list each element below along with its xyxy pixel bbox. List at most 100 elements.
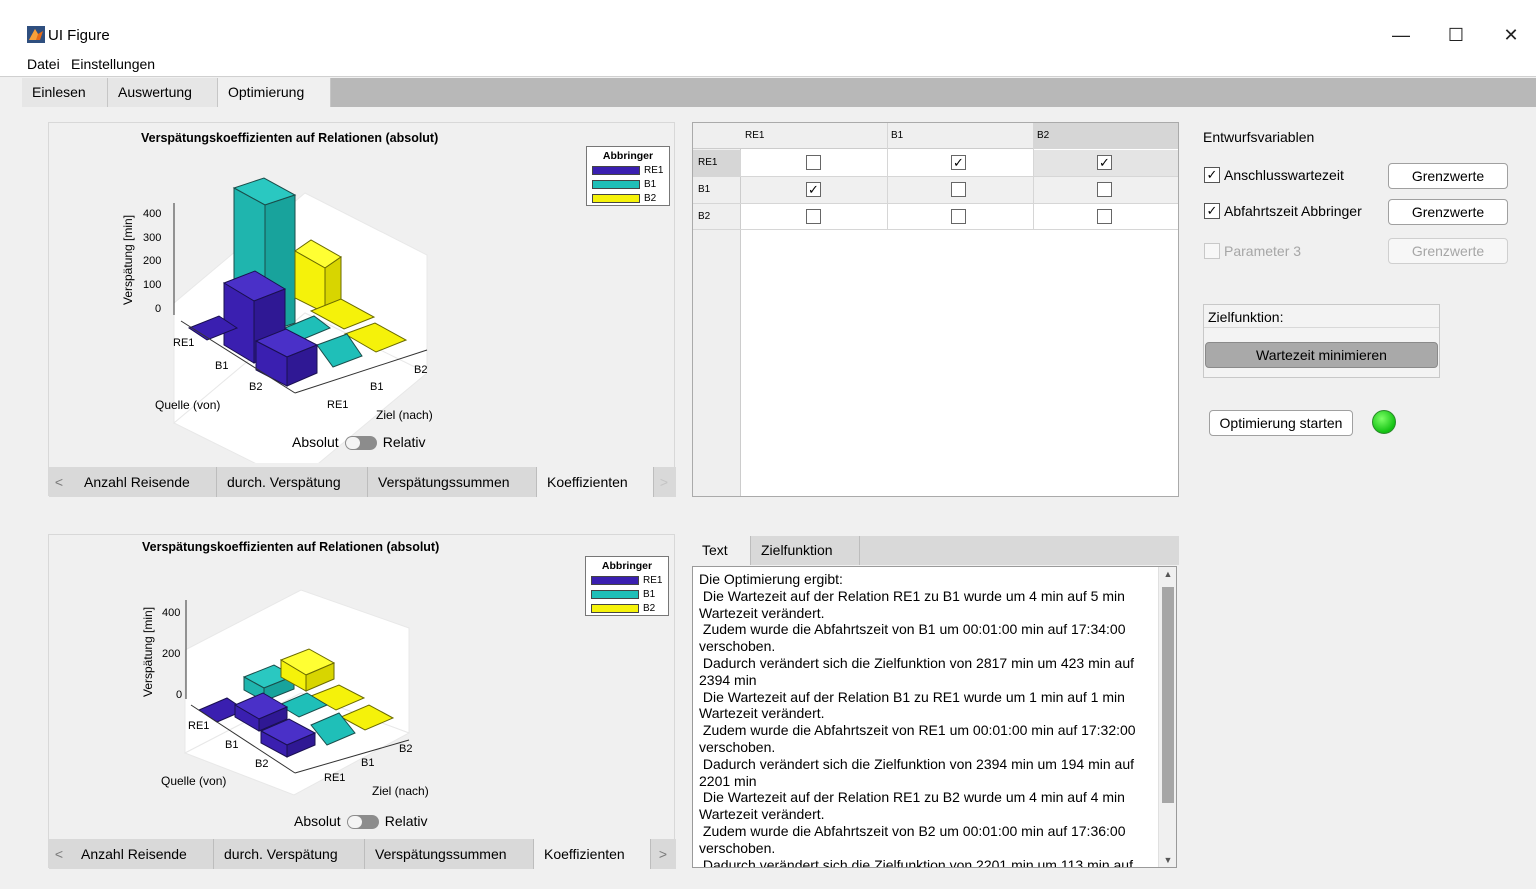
checkbox-parameter-3[interactable] — [1204, 243, 1220, 259]
tab-einlesen[interactable]: Einlesen — [22, 78, 108, 107]
output-pane: Text Zielfunktion Die Optimierung ergibt… — [692, 536, 1179, 868]
z-tick: 400 — [143, 208, 162, 220]
subtab-anzahl-reisende[interactable]: Anzahl Reisende — [71, 839, 214, 869]
maximize-button[interactable]: ☐ — [1436, 20, 1476, 50]
target-axis-label: Ziel (nach) — [372, 784, 429, 798]
output-textarea[interactable]: Die Optimierung ergibt: Die Wartezeit au… — [692, 566, 1177, 868]
toggle-label-absolut: Absolut — [292, 434, 339, 450]
objective-label: Zielfunktion: — [1208, 309, 1284, 325]
source-tick: B1 — [215, 360, 229, 372]
scroll-thumb[interactable] — [1162, 587, 1174, 803]
title-bar: UI Figure — ☐ ✕ — [0, 0, 1536, 52]
vertical-scrollbar[interactable]: ▲ ▼ — [1158, 567, 1176, 867]
cell-checkbox-b1-b2[interactable] — [1097, 182, 1112, 197]
target-tick: B2 — [414, 364, 428, 376]
z-tick: 200 — [162, 648, 181, 660]
output-line: Die Wartezeit auf der Relation RE1 zu B1… — [699, 587, 1129, 621]
plot-panel-top: Verspätungskoeffizienten auf Relationen … — [48, 122, 676, 497]
target-tick: RE1 — [324, 772, 346, 784]
close-button[interactable]: ✕ — [1491, 20, 1531, 50]
subtab-durch-verspaetung[interactable]: durch. Verspätung — [214, 839, 365, 869]
row-header-b2[interactable]: B2 — [698, 211, 710, 222]
target-tick: B1 — [370, 381, 384, 393]
objective-select-button[interactable]: Wartezeit minimieren — [1205, 342, 1438, 368]
grenzwerte-button-1[interactable]: Grenzwerte — [1388, 163, 1508, 189]
output-line: Zudem wurde die Abfahrtszeit von B2 um 0… — [699, 822, 1130, 856]
tab-scroll-left-icon[interactable]: < — [49, 467, 69, 497]
column-header-b2[interactable]: B2 — [1037, 130, 1049, 141]
tab-scroll-right-icon[interactable]: > — [654, 467, 674, 497]
absolute-relative-toggle[interactable]: Absolut Relativ — [294, 813, 428, 830]
z-axis-label: Verspätung [min] — [121, 214, 135, 305]
checkbox-anschlusswartezeit[interactable]: ✓ — [1204, 167, 1220, 183]
column-header-selected — [1033, 123, 1178, 149]
cell-checkbox-b1-b1[interactable] — [951, 182, 966, 197]
output-line: Die Optimierung ergibt: — [699, 571, 843, 587]
column-header-re1[interactable]: RE1 — [745, 130, 764, 141]
row-header-b1[interactable]: B1 — [698, 184, 710, 195]
z-tick: 0 — [155, 303, 162, 315]
tab-auswertung[interactable]: Auswertung — [108, 78, 218, 107]
cell-checkbox-re1-b2[interactable]: ✓ — [1097, 155, 1112, 170]
legend-title: Abbringer — [601, 560, 653, 572]
subtab-verspaetungssummen[interactable]: Verspätungssummen — [365, 839, 534, 869]
output-line: Zudem wurde die Abfahrtszeit von B1 um 0… — [699, 621, 1130, 655]
output-line: Dadurch verändert sich die Zielfunktion … — [699, 856, 1133, 868]
subtab-koeffizienten[interactable]: Koeffizienten — [537, 467, 654, 497]
chart-legend: Abbringer RE1 B1 B2 — [586, 146, 670, 206]
cell-checkbox-b1-re1[interactable]: ✓ — [806, 182, 821, 197]
toggle-switch[interactable] — [344, 436, 377, 451]
z-tick: 400 — [162, 607, 181, 619]
minimize-button[interactable]: — — [1381, 20, 1421, 50]
column-header-b1[interactable]: B1 — [891, 130, 903, 141]
design-vars-title: Entwurfsvariablen — [1203, 129, 1315, 145]
cell-checkbox-b2-b2[interactable] — [1097, 209, 1112, 224]
chart-legend: Abbringer RE1 B1 B2 — [585, 556, 669, 616]
source-tick: RE1 — [173, 337, 195, 349]
output-line: Dadurch verändert sich die Zielfunktion … — [699, 654, 1138, 688]
grenzwerte-button-2[interactable]: Grenzwerte — [1388, 199, 1508, 225]
tab-zielfunktion[interactable]: Zielfunktion — [751, 536, 860, 565]
tab-scroll-left-icon[interactable]: < — [49, 839, 69, 869]
source-tick: RE1 — [188, 720, 210, 732]
matlab-logo-icon — [27, 26, 45, 43]
source-tick: B2 — [249, 381, 263, 393]
scroll-up-icon[interactable]: ▲ — [1159, 569, 1176, 579]
cell-checkbox-b2-b1[interactable] — [951, 209, 966, 224]
cell-checkbox-re1-re1[interactable] — [806, 155, 821, 170]
subtab-bar-bottom: < Anzahl Reisende durch. Verspätung Vers… — [49, 839, 676, 869]
subtab-koeffizienten[interactable]: Koeffizienten — [534, 839, 651, 869]
scroll-down-icon[interactable]: ▼ — [1159, 855, 1176, 865]
output-line: Zudem wurde die Abfahrtszeit von RE1 um … — [699, 722, 1140, 755]
z-tick: 100 — [143, 279, 162, 291]
subtab-durch-verspaetung[interactable]: durch. Verspätung — [217, 467, 368, 497]
window-title: UI Figure — [48, 27, 110, 44]
z-tick: 200 — [143, 255, 162, 267]
plot-panel-bottom: Verspätungskoeffizienten auf Relationen … — [48, 534, 676, 869]
target-tick: B2 — [399, 743, 413, 755]
subtab-anzahl-reisende[interactable]: Anzahl Reisende — [74, 467, 217, 497]
toggle-switch[interactable] — [346, 815, 379, 830]
source-tick: B2 — [255, 758, 269, 770]
cell-checkbox-b2-re1[interactable] — [806, 209, 821, 224]
checkbox-abfahrtszeit-abbringer[interactable]: ✓ — [1204, 203, 1220, 219]
objective-panel: Zielfunktion: Wartezeit minimieren — [1203, 304, 1440, 378]
absolute-relative-toggle[interactable]: Absolut Relativ — [292, 434, 426, 451]
row-header-re1[interactable]: RE1 — [698, 157, 717, 168]
tab-text[interactable]: Text — [692, 536, 751, 565]
main-tab-strip: Einlesen Auswertung Optimierung — [22, 78, 1536, 107]
cell-checkbox-re1-b1[interactable]: ✓ — [951, 155, 966, 170]
menu-file[interactable]: Datei — [27, 56, 60, 72]
subtab-verspaetungssummen[interactable]: Verspätungssummen — [368, 467, 537, 497]
z-tick: 300 — [143, 232, 162, 244]
start-optimization-button[interactable]: Optimierung starten — [1209, 410, 1353, 436]
output-line: Die Wartezeit auf der Relation RE1 zu B2… — [699, 789, 1129, 823]
grenzwerte-button-3[interactable]: Grenzwerte — [1388, 238, 1508, 264]
source-axis-label: Quelle (von) — [161, 774, 227, 788]
tab-scroll-right-icon[interactable]: > — [653, 839, 673, 869]
menu-settings[interactable]: Einstellungen — [71, 56, 155, 72]
tab-optimierung[interactable]: Optimierung — [218, 78, 331, 107]
toggle-label-relativ: Relativ — [384, 813, 428, 829]
output-line: Dadurch verändert sich die Zielfunktion … — [699, 755, 1138, 789]
legend-title: Abbringer — [602, 150, 654, 162]
